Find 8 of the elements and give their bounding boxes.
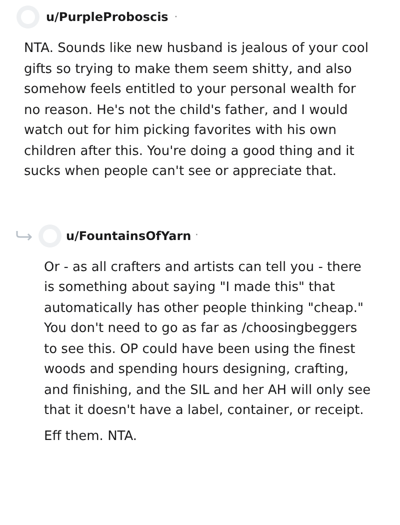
comment-text: Eff them. NTA.: [44, 428, 138, 446]
username[interactable]: u/PurpleProboscis: [46, 10, 168, 24]
reply-arrow-icon: [16, 230, 34, 240]
comment-text: Or - as all crafters and artists can tell you - there is something about saying "I made this" that automatically has other people thinking "cheap." You don't need to go as far as /choosingbeggers to see this. OP could have been using the finest woods and spending hours designing, crafting, and finishing, and the SIL and her AH will only see that it doesn't have a label, container, or receipt.: [44, 258, 372, 420]
separator-dot: ·: [195, 230, 198, 241]
username[interactable]: u/FountainsOfYarn: [66, 228, 192, 242]
separator-dot: ·: [174, 12, 178, 22]
comment-text: NTA. Sounds like new husband is jealous of your cool gifts so trying to make them seem shitty, and also somehow feels entitled to your personal wealth for no reason. He's not the child's father, and I would watch out for him picking favorites with his own children after this. You're doing a good thing and it sucks when people can't see or appreciate that.: [24, 40, 370, 181]
